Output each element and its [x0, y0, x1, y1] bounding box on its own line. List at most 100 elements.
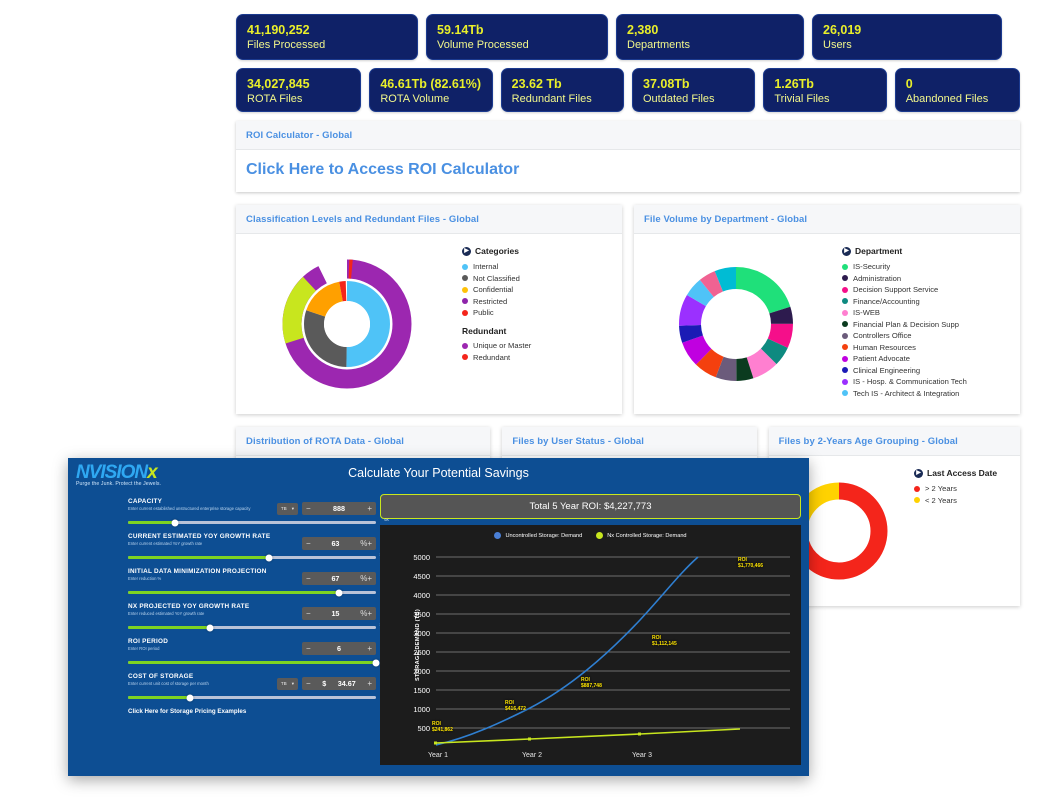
kpi-rota-volume[interactable]: 46.61Tb (82.61%) ROTA Volume: [369, 68, 493, 112]
age-grouping-legend: ▶ Last Access Date > 2 Years < 2 Years: [910, 456, 1020, 606]
increment-button[interactable]: +: [367, 679, 372, 688]
kpi-label: Files Processed: [247, 39, 326, 51]
control-current-growth: CURRENT ESTIMATED YoY GROWTH RATE Enter …: [128, 533, 389, 561]
legend-item[interactable]: Decision Support Service: [842, 285, 1010, 294]
legend-item[interactable]: > 2 Years: [914, 484, 1010, 493]
roi-panel-title: ROI Calculator - Global: [236, 121, 1020, 150]
kpi-files-processed[interactable]: 41,190,252 Files Processed: [236, 14, 418, 60]
increment-button[interactable]: %+: [360, 609, 372, 618]
svg-text:3000: 3000: [413, 629, 430, 638]
legend-item[interactable]: Public: [462, 308, 612, 317]
cost-stepper[interactable]: − $ 34.67 +: [302, 677, 376, 690]
current-growth-slider[interactable]: 100%: [128, 553, 389, 561]
suffix: %: [360, 609, 368, 618]
legend-item-controlled[interactable]: Nx Controlled Storage: Demand: [596, 532, 687, 539]
roi-chart: Uncontrolled Storage: Demand Nx Controll…: [380, 525, 801, 765]
legend-title-categories[interactable]: ▶ Categories: [462, 246, 612, 256]
series-label: Nx Controlled Storage: Demand: [607, 532, 687, 539]
legend-item[interactable]: Financial Plan & Decision Supp: [842, 320, 1010, 329]
capacity-value: 888: [333, 504, 345, 513]
legend-item[interactable]: Not Classified: [462, 274, 612, 283]
department-donut[interactable]: [634, 234, 838, 414]
legend-title-last-access[interactable]: ▶ Last Access Date: [914, 468, 1010, 478]
legend-item[interactable]: Controllers Office: [842, 331, 1010, 340]
control-roi-period: ROI PERIOD Enter ROI period − 6 + 6yr: [128, 638, 389, 666]
total-roi-banner: Total 5 Year ROI: $4,227,773: [380, 494, 801, 519]
cost-slider[interactable]: $150: [128, 693, 389, 701]
current-growth-value: 63: [331, 539, 340, 548]
svg-text:2000: 2000: [413, 667, 430, 676]
legend-item[interactable]: Finance/Accounting: [842, 297, 1010, 306]
kpi-value: 23.62 Tb: [511, 77, 562, 91]
kpi-departments[interactable]: 2,380 Departments: [616, 14, 804, 60]
cost-currency-symbol: $: [322, 679, 327, 688]
kpi-label: Redundant Files: [511, 93, 592, 105]
kpi-volume-processed[interactable]: 59.14Tb Volume Processed: [426, 14, 608, 60]
legend-item[interactable]: < 2 Years: [914, 496, 1010, 505]
legend-item[interactable]: Administration: [842, 274, 1010, 283]
capacity-unit-select[interactable]: TB ▾: [276, 502, 298, 515]
kpi-label: Volume Processed: [437, 39, 529, 51]
cost-unit-select[interactable]: TB ▾: [276, 677, 298, 690]
legend-item[interactable]: IS - Hosp. & Communication Tech: [842, 377, 1010, 386]
kpi-trivial-files[interactable]: 1.26Tb Trivial Files: [763, 68, 887, 112]
roi-annotation-3: ROI $887,748: [581, 677, 602, 689]
legend-item[interactable]: IS-Security: [842, 262, 1010, 271]
legend-item[interactable]: Internal: [462, 262, 612, 271]
decrement-button[interactable]: −: [306, 679, 311, 688]
storage-pricing-link[interactable]: Click Here for Storage Pricing Examples: [128, 708, 376, 715]
legend-item[interactable]: IS-WEB: [842, 308, 1010, 317]
increment-button[interactable]: +: [367, 504, 372, 513]
kpi-label: Users: [823, 39, 852, 51]
data-minimization-value: 67: [331, 574, 340, 583]
classification-chart-card: Classification Levels and Redundant File…: [236, 205, 622, 414]
legend-item[interactable]: Redundant: [462, 353, 612, 362]
legend-item[interactable]: Patient Advocate: [842, 354, 1010, 363]
nx-growth-stepper[interactable]: − 15 %+: [302, 607, 376, 620]
legend-item-uncontrolled[interactable]: Uncontrolled Storage: Demand: [494, 532, 582, 539]
data-minimization-stepper[interactable]: − 67 %+: [302, 572, 376, 585]
chevron-down-icon: ▾: [291, 505, 294, 511]
kpi-abandoned-files[interactable]: 0 Abandoned Files: [894, 68, 1020, 112]
roi-controls: CAPACITY Enter current established unstr…: [76, 488, 389, 768]
kpi-redundant-files[interactable]: 23.62 Tb Redundant Files: [500, 68, 624, 112]
capacity-stepper[interactable]: − 888 +: [302, 502, 376, 515]
kpi-outdated-files[interactable]: 37.08Tb Outdated Files: [632, 68, 756, 112]
increment-button[interactable]: %+: [360, 539, 372, 548]
decrement-button[interactable]: −: [306, 504, 311, 513]
kpi-label: Abandoned Files: [905, 93, 989, 105]
decrement-button[interactable]: −: [306, 644, 311, 653]
kpi-row-primary: 41,190,252 Files Processed 59.14Tb Volum…: [236, 14, 1020, 60]
roi-period-stepper[interactable]: − 6 +: [302, 642, 376, 655]
cost-value: 34.67: [337, 679, 356, 688]
decrement-button[interactable]: −: [306, 539, 311, 548]
kpi-label: ROTA Files: [247, 93, 303, 105]
current-growth-stepper[interactable]: − 63 %+: [302, 537, 376, 550]
roi-calculator-link[interactable]: Click Here to Access ROI Calculator: [236, 150, 1020, 192]
kpi-users[interactable]: 26,019 Users: [812, 14, 1002, 60]
classification-donut[interactable]: [236, 234, 458, 414]
roi-annotation-4: ROI $1,112,145: [652, 635, 677, 647]
capacity-slider[interactable]: 6K: [128, 518, 389, 526]
legend-item[interactable]: Human Resources: [842, 343, 1010, 352]
roi-period-slider[interactable]: 6yr: [128, 658, 389, 666]
nx-growth-slider[interactable]: 100%: [128, 623, 389, 631]
legend-title-department[interactable]: ▶ Department: [842, 246, 1010, 256]
modal-title: Calculate Your Potential Savings: [348, 466, 529, 480]
data-minimization-slider[interactable]: 80%: [128, 588, 389, 596]
decrement-button[interactable]: −: [306, 574, 311, 583]
kpi-value: 26,019: [823, 23, 862, 37]
increment-button[interactable]: %+: [360, 574, 372, 583]
decrement-button[interactable]: −: [306, 609, 311, 618]
kpi-rota-files[interactable]: 34,027,845 ROTA Files: [236, 68, 362, 112]
legend-item[interactable]: Confidential: [462, 285, 612, 294]
legend-item[interactable]: Tech IS - Architect & Integration: [842, 389, 1010, 398]
legend-item[interactable]: Clinical Engineering: [842, 366, 1010, 375]
legend-item[interactable]: Unique or Master: [462, 341, 612, 350]
legend-item[interactable]: Restricted: [462, 297, 612, 306]
increment-button[interactable]: +: [367, 644, 372, 653]
control-cost-of-storage: COST OF STORAGE Enter current unit cost …: [128, 673, 389, 701]
age-grouping-chart-title: Files by 2-Years Age Grouping - Global: [768, 427, 1020, 456]
svg-text:4500: 4500: [413, 572, 430, 581]
chevron-right-icon: ▶: [842, 246, 851, 256]
